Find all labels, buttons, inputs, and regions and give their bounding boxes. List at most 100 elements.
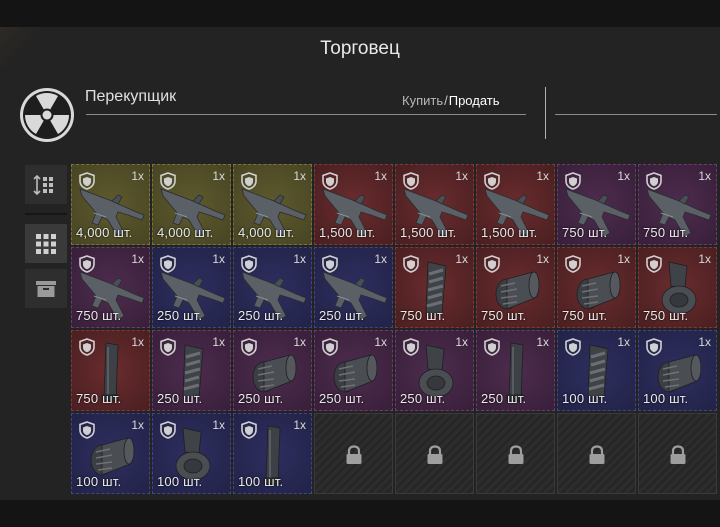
item-multiplier: 1x — [536, 335, 549, 349]
item-quantity: 100 шт. — [643, 391, 689, 406]
trade-item-slot[interactable]: 1x 250 шт. — [314, 247, 393, 328]
item-multiplier: 1x — [212, 169, 225, 183]
bottom-bar — [0, 500, 720, 527]
trade-item-slot[interactable]: 1x 250 шт. — [233, 247, 312, 328]
shield-icon — [646, 255, 662, 273]
trade-item-slot[interactable]: 1x 750 шт. — [557, 164, 636, 245]
lock-icon — [669, 445, 687, 465]
trade-grid: 1x 4,000 шт. 1x 4,000 шт. 1x 4,000 шт. 1x 1,500… — [71, 164, 720, 496]
trade-item-slot[interactable]: 1x 250 шт. — [476, 330, 555, 411]
shield-icon — [403, 172, 419, 190]
trade-item-slot[interactable]: 1x 1,500 шт. — [395, 164, 474, 245]
item-quantity: 100 шт. — [562, 391, 608, 406]
item-multiplier: 1x — [293, 169, 306, 183]
lock-icon — [507, 445, 525, 465]
sort-button[interactable] — [25, 165, 67, 204]
locked-slot[interactable] — [557, 413, 636, 494]
trade-item-slot[interactable]: 1x 100 шт. — [638, 330, 717, 411]
trade-item-slot[interactable]: 1x 250 шт. — [152, 330, 231, 411]
lock-icon — [588, 445, 606, 465]
item-quantity: 100 шт. — [238, 474, 284, 489]
shield-icon — [484, 338, 500, 356]
trade-item-slot[interactable]: 1x 750 шт. — [395, 247, 474, 328]
item-multiplier: 1x — [698, 169, 711, 183]
item-multiplier: 1x — [698, 335, 711, 349]
trade-item-slot[interactable]: 1x 4,000 шт. — [71, 164, 150, 245]
shield-icon — [646, 338, 662, 356]
shield-icon — [160, 338, 176, 356]
item-multiplier: 1x — [698, 252, 711, 266]
archive-button[interactable] — [25, 269, 67, 308]
trade-item-slot[interactable]: 1x 250 шт. — [233, 330, 312, 411]
window-title: Торговец — [320, 38, 400, 59]
item-multiplier: 1x — [374, 252, 387, 266]
item-multiplier: 1x — [212, 252, 225, 266]
shield-icon — [565, 338, 581, 356]
trade-item-slot[interactable]: 1x 100 шт. — [233, 413, 312, 494]
item-quantity: 750 шт. — [562, 308, 608, 323]
trader-underline — [86, 114, 526, 115]
trade-item-slot[interactable]: 1x 250 шт. — [314, 330, 393, 411]
item-multiplier: 1x — [131, 418, 144, 432]
locked-slot[interactable] — [476, 413, 555, 494]
trade-item-slot[interactable]: 1x 750 шт. — [638, 247, 717, 328]
item-quantity: 250 шт. — [319, 308, 365, 323]
buy-sell-toggle: Купить/Продать — [402, 93, 500, 108]
item-multiplier: 1x — [293, 252, 306, 266]
trade-item-slot[interactable]: 1x 750 шт. — [71, 247, 150, 328]
item-multiplier: 1x — [131, 252, 144, 266]
shield-icon — [322, 255, 338, 273]
shield-icon — [403, 255, 419, 273]
trade-item-slot[interactable]: 1x 750 шт. — [476, 247, 555, 328]
item-quantity: 250 шт. — [481, 391, 527, 406]
item-quantity: 750 шт. — [76, 308, 122, 323]
lock-icon — [345, 445, 363, 465]
item-multiplier: 1x — [617, 252, 630, 266]
shield-icon — [646, 172, 662, 190]
buy-tab[interactable]: Купить — [402, 93, 443, 108]
trade-item-slot[interactable]: 1x 250 шт. — [152, 247, 231, 328]
item-multiplier: 1x — [293, 335, 306, 349]
vertical-divider — [545, 87, 546, 139]
trade-item-slot[interactable]: 1x 250 шт. — [395, 330, 474, 411]
trade-item-slot[interactable]: 1x 750 шт. — [71, 330, 150, 411]
trade-item-slot[interactable]: 1x 1,500 шт. — [476, 164, 555, 245]
item-quantity: 750 шт. — [76, 391, 122, 406]
trade-item-slot[interactable]: 1x 100 шт. — [557, 330, 636, 411]
item-quantity: 4,000 шт. — [157, 225, 214, 240]
right-underline — [555, 114, 717, 115]
item-quantity: 100 шт. — [157, 474, 203, 489]
trade-item-slot[interactable]: 1x 750 шт. — [557, 247, 636, 328]
trade-item-slot[interactable]: 1x 1,500 шт. — [314, 164, 393, 245]
item-multiplier: 1x — [455, 169, 468, 183]
grid-view-button[interactable] — [25, 224, 67, 263]
item-multiplier: 1x — [131, 335, 144, 349]
shield-icon — [565, 255, 581, 273]
trade-item-slot[interactable]: 1x 4,000 шт. — [152, 164, 231, 245]
locked-slot[interactable] — [638, 413, 717, 494]
item-quantity: 4,000 шт. — [76, 225, 133, 240]
lock-icon — [426, 445, 444, 465]
item-quantity: 1,500 шт. — [400, 225, 457, 240]
item-multiplier: 1x — [617, 335, 630, 349]
item-quantity: 1,500 шт. — [481, 225, 538, 240]
shield-icon — [79, 172, 95, 190]
item-quantity: 100 шт. — [76, 474, 122, 489]
trade-item-slot[interactable]: 1x 100 шт. — [152, 413, 231, 494]
radiation-icon — [20, 88, 74, 142]
shield-icon — [160, 172, 176, 190]
shield-icon — [241, 421, 257, 439]
item-multiplier: 1x — [455, 335, 468, 349]
locked-slot[interactable] — [395, 413, 474, 494]
item-quantity: 4,000 шт. — [238, 225, 295, 240]
trade-item-slot[interactable]: 1x 100 шт. — [71, 413, 150, 494]
item-quantity: 250 шт. — [157, 391, 203, 406]
buy-sell-separator: / — [444, 93, 448, 108]
item-multiplier: 1x — [455, 252, 468, 266]
trade-item-slot[interactable]: 1x 750 шт. — [638, 164, 717, 245]
locked-slot[interactable] — [314, 413, 393, 494]
sell-tab[interactable]: Продать — [449, 93, 500, 108]
archive-icon — [36, 280, 56, 297]
shield-icon — [322, 338, 338, 356]
trade-item-slot[interactable]: 1x 4,000 шт. — [233, 164, 312, 245]
